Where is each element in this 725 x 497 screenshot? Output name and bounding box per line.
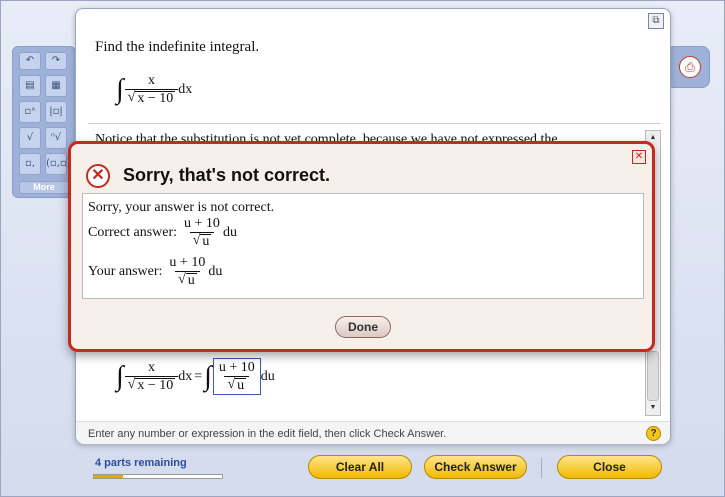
answer-radicand[interactable]: u [235, 378, 247, 393]
square-root-template-icon[interactable]: √ [19, 127, 41, 149]
print-icon[interactable]: ⎙ [679, 56, 701, 78]
scroll-thumb[interactable] [647, 351, 659, 401]
integral-sign: ∫ [116, 360, 124, 392]
fraction-template-icon[interactable]: ▤ [19, 75, 41, 97]
equals-sign: = [194, 368, 203, 384]
parts-progress-bar [93, 474, 223, 479]
correct-answer-row: Correct answer: u + 10 √ u du [88, 216, 237, 249]
your-answer-row: Your answer: u + 10 √ u du [88, 255, 222, 288]
error-icon: ✕ [86, 164, 110, 188]
sqrt-icon: √ [127, 90, 136, 105]
correct-answer-numerator: u + 10 [184, 216, 220, 231]
integral-sign: ∫ [204, 360, 212, 392]
correct-answer-label: Correct answer: [88, 224, 178, 240]
dialog-title: Sorry, that's not correct. [123, 165, 330, 185]
your-answer-radicand: u [185, 273, 197, 288]
undo-icon[interactable]: ↶ [19, 52, 41, 70]
your-answer-label: Your answer: [88, 263, 163, 279]
help-icon[interactable]: ? [646, 426, 661, 441]
instruction-text: Enter any number or expression in the ed… [88, 428, 447, 440]
work-lhs-fraction: x √ x − 10 [124, 360, 179, 393]
ordered-pair-template-icon[interactable]: (▫,▫) [45, 153, 71, 175]
section-divider [88, 123, 660, 124]
correct-answer-fraction: u + 10 √ u [181, 216, 223, 249]
button-divider [541, 458, 542, 478]
close-icon[interactable]: ✕ [632, 150, 646, 164]
parts-progress-fill [94, 475, 124, 478]
sqrt-icon: √ [127, 377, 136, 392]
work-lhs-sqrt: √ x − 10 [128, 377, 176, 393]
sqrt-icon: √ [192, 233, 201, 248]
check-answer-button[interactable]: Check Answer [424, 455, 527, 479]
problem-integral: ∫ x √ x − 10 dx [116, 73, 192, 106]
problem-title: Find the indefinite integral. [95, 39, 260, 55]
subscript-template-icon[interactable]: ▫, [19, 153, 41, 175]
feedback-message: Sorry, your answer is not correct. [88, 200, 275, 215]
answer-fraction[interactable]: u + 10 √ u [216, 360, 258, 393]
work-lhs-denominator: √ x − 10 [124, 376, 179, 393]
correct-answer-radicand: u [200, 234, 212, 249]
panel-footer: Enter any number or expression in the ed… [76, 421, 670, 444]
scroll-down-icon[interactable]: ▼ [646, 401, 660, 415]
print-widget: ⎙ [666, 46, 710, 88]
redo-icon[interactable]: ↷ [45, 52, 67, 70]
work-line: ∫ x √ x − 10 dx = ∫ u + 10 √ u du [116, 358, 275, 395]
answer-sqrt[interactable]: √ u [227, 377, 247, 393]
answer-differential: du [260, 368, 275, 384]
problem-sqrt: √ x − 10 [128, 90, 176, 106]
answer-input[interactable]: u + 10 √ u [212, 358, 261, 395]
restore-window-icon[interactable]: ⧉ [648, 13, 664, 29]
close-button[interactable]: Close [557, 455, 662, 479]
parts-remaining-text: 4 parts remaining [95, 457, 187, 469]
problem-denominator: √ x − 10 [124, 89, 179, 106]
problem-numerator: x [147, 73, 155, 88]
sqrt-icon: √ [178, 272, 186, 287]
your-answer-numerator: u + 10 [169, 255, 206, 270]
clear-all-button[interactable]: Clear All [308, 455, 412, 479]
work-lhs-radicand: x − 10 [135, 378, 176, 393]
palette-more-button[interactable]: More [19, 181, 69, 194]
absolute-value-template-icon[interactable]: |▫| [45, 101, 67, 123]
answer-numerator[interactable]: u + 10 [216, 360, 258, 376]
done-button[interactable]: Done [335, 316, 391, 338]
nth-root-template-icon[interactable]: ⁿ√ [45, 127, 67, 149]
work-lhs-differential: dx [178, 368, 193, 384]
feedback-content: Sorry, your answer is not correct. Corre… [82, 193, 644, 299]
your-answer-denominator: √ u [175, 271, 200, 288]
answer-denominator[interactable]: √ u [224, 376, 250, 393]
your-answer-sqrt: √ u [178, 272, 197, 288]
problem-fraction: x √ x − 10 [124, 73, 179, 106]
mixed-fraction-template-icon[interactable]: ▦ [45, 75, 67, 97]
correct-answer-denominator: √ u [189, 232, 215, 249]
correct-answer-differential: du [222, 224, 237, 240]
math-palette: ↶ ↷ ▤ ▦ ▫ˣ |▫| √ ⁿ√ ▫, (▫,▫) More [12, 46, 76, 198]
problem-radicand: x − 10 [135, 91, 176, 106]
your-answer-fraction: u + 10 √ u [166, 255, 208, 288]
your-answer-differential: du [208, 263, 223, 279]
correct-answer-sqrt: √ u [193, 233, 212, 249]
sqrt-icon: √ [227, 377, 236, 392]
exponent-template-icon[interactable]: ▫ˣ [19, 101, 41, 123]
work-lhs-numerator: x [147, 360, 155, 375]
integral-sign: ∫ [116, 73, 124, 105]
feedback-dialog: ✕ ✕ Sorry, that's not correct. Sorry, yo… [68, 141, 655, 352]
problem-differential: dx [178, 81, 193, 97]
